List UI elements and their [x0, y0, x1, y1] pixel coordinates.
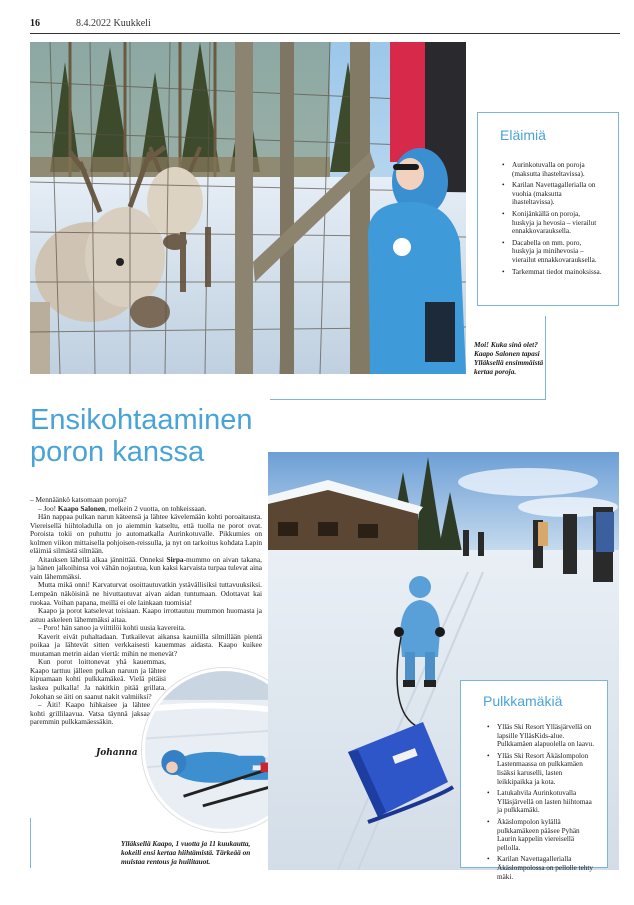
sidebar-animals-box: Eläimiä Aurinkotuvalla on poroja (maksut…	[477, 112, 619, 306]
list-item: Karilan Navettagallerialla on vuohia (ma…	[502, 181, 604, 207]
list-item: Äkäslompolon kylällä pulkkamäkeen pääsee…	[487, 818, 597, 852]
photo-reindeer-fence	[30, 42, 466, 374]
article-paragraph: – Äiti! Kaapo hihkaisee ja lähtee kohti …	[30, 700, 150, 727]
headline-line-2: poron kanssa	[30, 436, 205, 468]
caption-top: Moi! Kuka sinä olet? Kaapo Salonen tapas…	[474, 340, 544, 376]
article-paragraph: Kun porot loittonevat yhä kauemmas, Kaap…	[30, 657, 166, 701]
sidebar-sled-hills-box: Pulkkamäkiä Ylläs Ski Resort Ylläsjärvel…	[460, 680, 608, 881]
publication-date: 8.4.2022 Kuukkeli	[76, 18, 151, 29]
list-item: Ylläs Ski Resort Äkäslompolon Lastenmaas…	[487, 752, 597, 786]
sidebar-sled-hills-title: Pulkkamäkiä	[483, 693, 563, 709]
divider-line	[545, 316, 546, 400]
list-item: Karilan Navettagallerialla Äkäslompoloss…	[487, 855, 597, 881]
headline-line-1: Ensikohtaaminen	[30, 404, 253, 436]
article-paragraph: Kaapo ja porot katselevat toisiaan. Kaap…	[30, 606, 262, 624]
article-paragraph: Mutta mikä onni! Karvaturvat osoittautuv…	[30, 580, 262, 607]
divider-line	[30, 818, 31, 868]
caption-bottom: Ylläksellä Kaapo, 1 vuotta ja 11 kuukaut…	[121, 839, 251, 866]
list-item: Tarkemmat tiedot mainoksissa.	[502, 268, 604, 277]
article-headline: Ensikohtaaminen poron kanssa	[30, 404, 270, 468]
divider-line	[270, 399, 546, 400]
article-paragraph: Hän nappaa pulkan narun käteensä ja läht…	[30, 512, 262, 556]
list-item: Konijänkällä on poroja, huskyja ja hevos…	[502, 210, 604, 236]
sidebar-animals-list: Aurinkotuvalla on poroja (maksutta ihast…	[502, 161, 604, 276]
list-item: Latukahvila Aurinkotuvalla Ylläsjärvellä…	[487, 789, 597, 815]
list-item: Ylläs Ski Resort Ylläsjärvellä on lapsil…	[487, 723, 597, 749]
article-paragraph: Aitauksen lähellä alkaa jännittää. Onnek…	[30, 555, 262, 582]
sidebar-animals-title: Eläimiä	[500, 127, 546, 143]
sidebar-sled-hills-list: Ylläs Ski Resort Ylläsjärvellä on lapsil…	[487, 723, 597, 881]
page-number: 16	[30, 18, 40, 29]
page-header: 16 8.4.2022 Kuukkeli	[30, 16, 620, 34]
list-item: Aurinkotuvalla on poroja (maksutta ihast…	[502, 161, 604, 178]
article-paragraph: Kaverit eivät puhaltadaan. Tutkailevat a…	[30, 631, 262, 658]
author-signature: Johanna	[96, 748, 138, 758]
list-item: Dacabella on mm. poro, huskyja ja minihe…	[502, 239, 604, 265]
